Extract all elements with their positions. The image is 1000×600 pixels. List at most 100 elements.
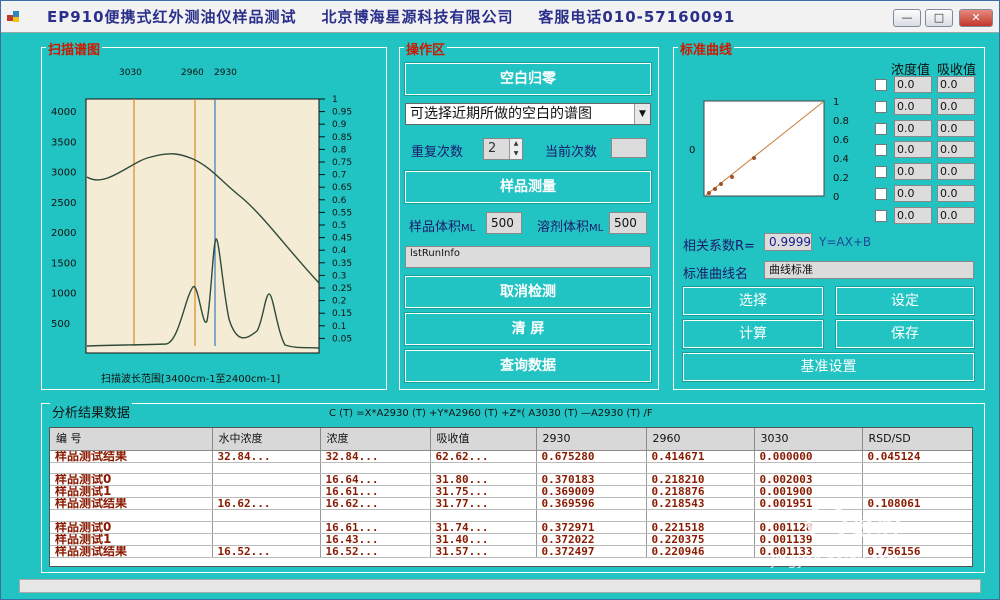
watermark-text: 经验 bbox=[853, 513, 901, 541]
table-cell bbox=[646, 509, 755, 523]
column-header[interactable]: 3030 bbox=[754, 428, 863, 451]
table-cell: 16.62... bbox=[212, 497, 321, 511]
r-value-field: 0.9999 bbox=[764, 233, 812, 251]
column-header[interactable]: 浓度 bbox=[320, 428, 431, 451]
table-cell: 0.220375 bbox=[646, 533, 755, 547]
table-cell: 样品测试结果 bbox=[50, 545, 213, 559]
table-cell: 0.369009 bbox=[536, 485, 647, 499]
table-cell: 样品测试结果 bbox=[50, 497, 213, 511]
table-cell bbox=[212, 521, 321, 535]
table-cell: 0.372971 bbox=[536, 521, 647, 535]
curve-point bbox=[713, 187, 717, 191]
table-cell: 样品测试1 bbox=[50, 533, 213, 547]
curve-right-tick-label: 0.4 bbox=[833, 154, 849, 165]
table-cell: 16.64... bbox=[320, 473, 431, 487]
curve-right-tick-label: 0.6 bbox=[833, 135, 849, 146]
table-cell: 31.75... bbox=[430, 485, 537, 499]
baseline-settings-button[interactable]: 基准设置 bbox=[682, 352, 975, 382]
table-cell: 16.61... bbox=[320, 485, 431, 499]
main-window: EP910便携式红外测油仪样品测试 北京博海星源科技有限公司 客服电话010-5… bbox=[0, 0, 1000, 600]
table-cell: 样品测试0 bbox=[50, 473, 213, 487]
calculate-button[interactable]: 计算 bbox=[682, 319, 824, 349]
curve-right-tick-label: 0 bbox=[833, 192, 839, 203]
clear-screen-button[interactable]: 清 屏 bbox=[404, 312, 652, 346]
column-header[interactable]: 水中浓度 bbox=[212, 428, 321, 451]
table-cell: 样品测试结果 bbox=[50, 450, 213, 463]
table-cell bbox=[212, 533, 321, 547]
set-curve-button[interactable]: 设定 bbox=[835, 286, 975, 316]
table-cell bbox=[212, 509, 321, 523]
watermark: 经验 jingyan.baidu.com bbox=[771, 495, 983, 575]
r-label: 相关系数R= bbox=[683, 239, 755, 254]
right-tick-label: 0.35 bbox=[332, 259, 352, 269]
table-cell bbox=[430, 462, 537, 475]
table-row[interactable] bbox=[50, 462, 972, 475]
curve-right-axis: 1 0.8 0.6 0.4 0.2 0 bbox=[833, 97, 849, 203]
table-cell: 0.372497 bbox=[536, 545, 647, 559]
paw-logo-icon bbox=[807, 503, 847, 543]
curve-point bbox=[730, 175, 734, 179]
right-tick-label: 0.25 bbox=[332, 284, 352, 294]
table-cell: 0.221518 bbox=[646, 521, 755, 535]
table-cell: 31.74... bbox=[430, 521, 537, 535]
column-header[interactable]: 2960 bbox=[646, 428, 755, 451]
table-cell: 16.52... bbox=[320, 545, 431, 559]
curve-point bbox=[752, 156, 756, 160]
curve-name-label: 标准曲线名 bbox=[683, 267, 749, 282]
table-cell: 0.218876 bbox=[646, 485, 755, 499]
curve-left-tick: 0 bbox=[689, 145, 695, 156]
column-header[interactable]: 2930 bbox=[536, 428, 647, 451]
select-curve-button[interactable]: 选择 bbox=[682, 286, 824, 316]
curve-right-tick-label: 1 bbox=[833, 97, 839, 108]
table-cell: 0.370183 bbox=[536, 473, 647, 487]
curve-right-tick-label: 0.2 bbox=[833, 173, 849, 184]
table-cell bbox=[430, 509, 537, 523]
table-cell: 0.002003 bbox=[754, 473, 863, 487]
cancel-detection-button[interactable]: 取消检测 bbox=[404, 275, 652, 309]
table-cell bbox=[320, 509, 431, 523]
table-cell bbox=[862, 462, 972, 475]
table-cell: 31.40... bbox=[430, 533, 537, 547]
standard-curve-chart: 0 1 0.8 0.6 0.4 0.2 0 bbox=[689, 97, 849, 203]
equation-label: Y=AX+B bbox=[819, 235, 872, 249]
curve-point bbox=[707, 191, 711, 195]
table-cell: 0.218210 bbox=[646, 473, 755, 487]
table-cell bbox=[320, 462, 431, 475]
results-header-row: 编 号水中浓度 浓度 吸收值 2930 2960 3030 RSD/SD bbox=[50, 428, 972, 451]
table-cell: 31.77... bbox=[430, 497, 537, 511]
table-cell bbox=[536, 462, 647, 475]
table-cell: 0.220946 bbox=[646, 545, 755, 559]
right-tick-label: 0.2 bbox=[332, 297, 346, 307]
table-cell: 31.57... bbox=[430, 545, 537, 559]
query-data-button[interactable]: 查询数据 bbox=[404, 349, 652, 383]
table-cell bbox=[212, 485, 321, 499]
horizontal-scrollbar[interactable] bbox=[19, 579, 981, 593]
table-cell: 62.62... bbox=[430, 450, 537, 463]
table-cell: 32.84... bbox=[212, 450, 321, 463]
save-curve-button[interactable]: 保存 bbox=[835, 319, 975, 349]
right-tick-label: 0.3 bbox=[332, 271, 346, 281]
table-cell: 0.218543 bbox=[646, 497, 755, 511]
left-tick-label: 500 bbox=[51, 319, 70, 330]
left-tick-label: 1500 bbox=[51, 258, 76, 269]
left-tick-label: 1000 bbox=[51, 289, 76, 300]
table-cell: 0.000000 bbox=[754, 450, 863, 463]
table-cell: 0.675280 bbox=[536, 450, 647, 463]
column-header[interactable]: 吸收值 bbox=[430, 428, 537, 451]
curve-name-field[interactable]: 曲线标准 bbox=[764, 261, 974, 279]
table-row[interactable]: 样品测试结果 32.84... 32.84... 62.62... 0.675280 0.… bbox=[50, 450, 972, 463]
column-header[interactable]: 编 号 bbox=[50, 428, 213, 451]
column-header[interactable]: RSD/SD bbox=[862, 428, 972, 451]
table-cell: 32.84... bbox=[320, 450, 431, 463]
results-title: 分析结果数据 bbox=[50, 402, 133, 421]
table-cell bbox=[212, 462, 321, 475]
watermark-url: jingyan.baidu.com bbox=[771, 553, 901, 569]
table-cell bbox=[754, 462, 863, 475]
table-cell: 0.414671 bbox=[646, 450, 755, 463]
table-cell bbox=[646, 462, 755, 475]
table-row[interactable]: 样品测试0 16.64... 31.80... 0.370183 0.218210 0.0… bbox=[50, 473, 972, 487]
table-cell: 0.369596 bbox=[536, 497, 647, 511]
table-cell: 16.43... bbox=[320, 533, 431, 547]
table-cell: 样品测试1 bbox=[50, 485, 213, 499]
table-cell: 样品测试0 bbox=[50, 521, 213, 535]
